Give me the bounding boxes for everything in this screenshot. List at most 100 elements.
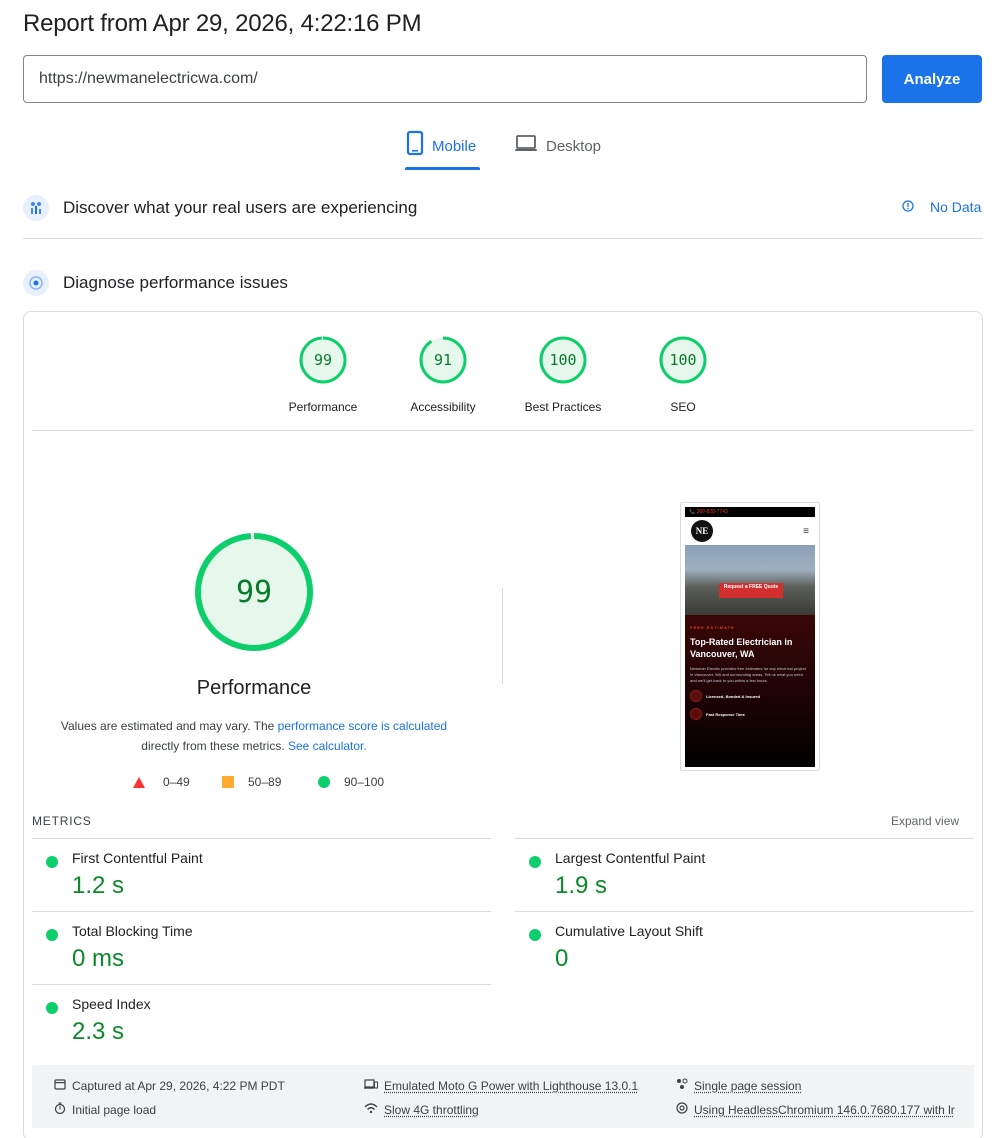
shield-icon [690, 690, 702, 702]
metric-name: First Contentful Paint [72, 850, 203, 866]
browser-info[interactable]: Using HeadlessChromium 146.0.7680.177 wi… [676, 1102, 955, 1117]
laptop-icon [514, 130, 538, 160]
analyze-button[interactable]: Analyze [882, 55, 982, 103]
legend-poor: 0–49 [133, 775, 190, 789]
metric-name: Cumulative Layout Shift [555, 923, 703, 939]
average-square-icon [222, 776, 234, 788]
desc-middle: directly from these metrics. [141, 739, 285, 753]
active-tab-indicator [405, 167, 480, 170]
metric-value: 0 [555, 945, 569, 972]
screenshot-phone-bar: 📞 360-828-7743 [685, 507, 815, 517]
performance-score-ring: 99 [299, 336, 347, 384]
diagnose-title: Diagnose performance issues [63, 273, 288, 292]
score-gauge-best-practices[interactable]: 100 Best Practices [513, 336, 613, 414]
screenshot-nav: NE ≡ [685, 517, 815, 545]
info-icon [902, 199, 914, 215]
no-data-link[interactable]: No Data [902, 199, 981, 215]
performance-description: Values are estimated and may vary. The p… [44, 716, 464, 756]
metric-name: Largest Contentful Paint [555, 850, 706, 866]
captured-label: Captured at Apr 29, 2026, 4:22 PM PDT [72, 1078, 285, 1093]
metric-divider [32, 984, 491, 985]
screenshot-feature: Licensed, Bonded & Insured [690, 690, 810, 702]
card-divider [32, 430, 974, 431]
feature-label: Licensed, Bonded & Insured [706, 693, 761, 699]
url-input[interactable] [23, 55, 867, 103]
fail-triangle-icon [133, 776, 145, 788]
legend-good: 90–100 [318, 775, 384, 789]
devices-icon [364, 1078, 378, 1093]
pass-circle-icon [529, 929, 541, 941]
metric-value: 1.2 s [72, 872, 125, 899]
discover-section: Discover what your real users are experi… [23, 194, 983, 222]
score-calculated-link[interactable]: performance score is calculated [278, 719, 447, 733]
feature-label: Fast Response Time [706, 711, 745, 717]
score-gauge-performance[interactable]: 99 Performance [273, 336, 373, 414]
single-page-session[interactable]: Single page session [676, 1078, 801, 1093]
pass-circle-icon [46, 929, 58, 941]
performance-big-gauge: 99 [195, 533, 313, 651]
screenshot-copy: Newman Electric provides free estimates … [690, 666, 806, 683]
score-gauge-seo[interactable]: 100 SEO [633, 336, 733, 414]
score-gauge-accessibility[interactable]: 91 Accessibility [393, 336, 493, 414]
emulated-device[interactable]: Emulated Moto G Power with Lighthouse 13… [364, 1078, 638, 1093]
tab-desktop-label: Desktop [546, 138, 602, 155]
legend-good-label: 90–100 [344, 775, 385, 789]
initial-page-load: Initial page load [54, 1102, 156, 1117]
tab-mobile[interactable]: Mobile [406, 130, 476, 170]
device-label: Emulated Moto G Power with Lighthouse 13… [384, 1078, 639, 1093]
no-data-label: No Data [930, 199, 982, 215]
pass-circle-icon [46, 856, 58, 868]
tab-desktop[interactable]: Desktop [514, 130, 601, 170]
legend-poor-label: 0–49 [163, 775, 190, 789]
screenshot-content: 📞 360-828-7743 NE ≡ Request a FREE Quote… [685, 507, 815, 767]
session-icon [676, 1078, 688, 1093]
see-calculator-link[interactable]: See calculator. [288, 739, 367, 753]
report-title: Report from Apr 29, 2026, 4:22:16 PM [23, 10, 422, 37]
score-value: 100 [549, 351, 576, 369]
vertical-divider [502, 588, 503, 684]
metric-divider [32, 911, 491, 912]
final-screenshot[interactable]: 📞 360-828-7743 NE ≡ Request a FREE Quote… [680, 502, 820, 771]
metric-divider [32, 838, 491, 839]
screenshot-cta: Request a FREE Quote [719, 583, 783, 598]
network-throttling[interactable]: Slow 4G throttling [364, 1102, 479, 1117]
accessibility-score-ring: 91 [419, 336, 467, 384]
metrics-heading: METRICS [32, 814, 92, 828]
pass-circle-icon [318, 776, 330, 788]
legend-average-label: 50–89 [248, 775, 282, 789]
screenshot-feature: Fast Response Time [690, 708, 810, 720]
screenshot-body: FREE ESTIMATE Top-Rated Electrician in V… [685, 615, 815, 767]
expand-view-toggle[interactable]: Expand view [891, 814, 959, 828]
metric-value: 2.3 s [72, 1018, 125, 1045]
legend-average: 50–89 [222, 775, 281, 789]
score-label: Performance [288, 400, 358, 414]
lighthouse-icon [23, 270, 49, 296]
captured-at: Captured at Apr 29, 2026, 4:22 PM PDT [54, 1078, 285, 1093]
section-divider [23, 238, 983, 239]
big-score-value: 99 [236, 575, 272, 610]
metric-divider [515, 838, 974, 839]
performance-title: Performance [196, 677, 312, 699]
screenshot-kicker: FREE ESTIMATE [690, 625, 735, 630]
metric-value: 0 ms [72, 945, 125, 972]
calendar-icon [54, 1078, 66, 1093]
discover-title: Discover what your real users are experi… [63, 198, 418, 217]
screenshot-heading: Top-Rated Electrician in Vancouver, WA [690, 637, 793, 659]
runtime-settings: Captured at Apr 29, 2026, 4:22 PM PDT In… [32, 1065, 974, 1128]
seo-score-ring: 100 [659, 336, 707, 384]
initial-load-label: Initial page load [72, 1102, 157, 1117]
timer-icon [54, 1102, 66, 1117]
users-chart-icon [23, 195, 49, 221]
score-label: Best Practices [524, 400, 602, 414]
metric-name: Speed Index [72, 996, 151, 1012]
score-label: SEO [670, 400, 696, 414]
score-label: Accessibility [410, 400, 476, 414]
wifi-icon [364, 1102, 378, 1117]
score-value: 91 [434, 351, 452, 369]
screenshot-hero-photo: Request a FREE Quote [685, 545, 815, 615]
chrome-icon [676, 1102, 688, 1117]
best-practices-score-ring: 100 [539, 336, 587, 384]
metric-name: Total Blocking Time [72, 923, 193, 939]
throttling-label: Slow 4G throttling [384, 1102, 479, 1117]
pass-circle-icon [46, 1002, 58, 1014]
